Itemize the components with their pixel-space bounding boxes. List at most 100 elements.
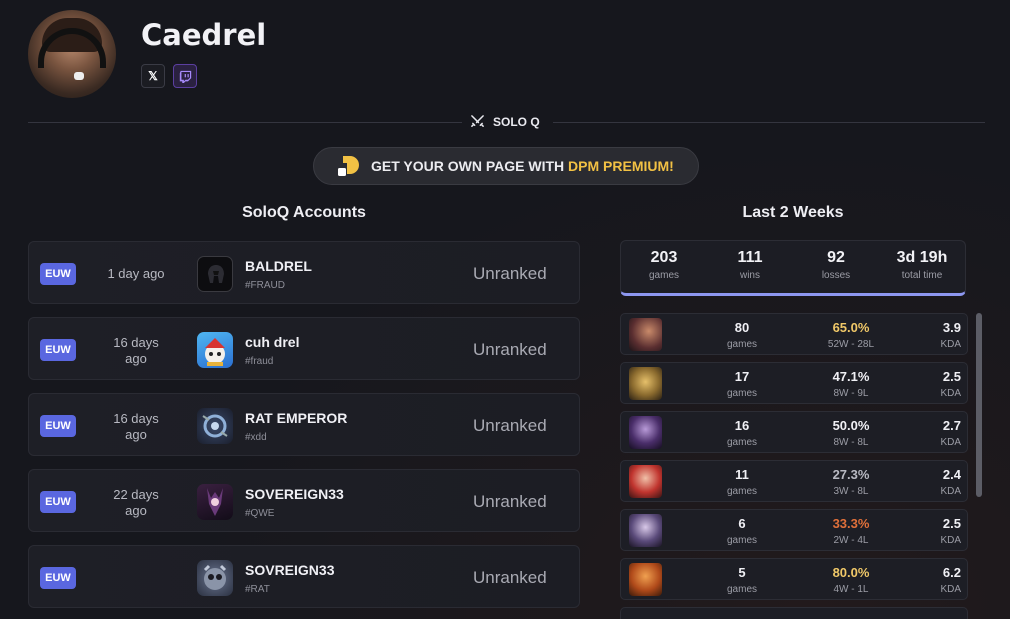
region-badge: EUW	[40, 415, 76, 437]
account-tag: #QWE	[245, 508, 275, 519]
account-row[interactable]: EUW 22 days ago SOVEREIGN33 #QWE Unranked	[28, 469, 580, 532]
twitch-link[interactable]	[173, 64, 197, 88]
account-row[interactable]: EUW 16 days ago cuh drel #fraud Unranked	[28, 317, 580, 380]
player-name: Caedrel	[141, 18, 267, 52]
premium-text: GET YOUR OWN PAGE WITH DPM PREMIUM!	[371, 158, 674, 174]
champion-row[interactable]: 5 games 80.0% 4W - 1L 6.2 KDA	[620, 558, 968, 600]
games-label: games	[726, 535, 757, 546]
account-rank: Unranked	[473, 340, 547, 359]
champion-kda: 2.7	[942, 418, 961, 433]
champion-row[interactable]: 80 games 65.0% 52W - 28L 3.9 KDA	[620, 313, 968, 355]
champion-record: 8W - 9L	[833, 388, 869, 399]
account-rank: Unranked	[473, 492, 547, 511]
kda-label: KDA	[940, 437, 961, 448]
champion-portrait	[629, 318, 662, 351]
account-name: SOVEREIGN33	[245, 486, 344, 502]
kda-label: KDA	[940, 535, 961, 546]
summoner-icon	[197, 560, 233, 596]
x-twitter-icon: 𝕏	[148, 69, 158, 83]
champion-row-partial[interactable]	[620, 607, 968, 619]
crossed-swords-icon	[471, 115, 484, 127]
champion-portrait	[629, 416, 662, 449]
last-weeks-title: Last 2 Weeks	[742, 204, 844, 221]
champion-games: 17	[734, 369, 750, 384]
region-badge: EUW	[40, 491, 76, 513]
champion-record: 52W - 28L	[827, 339, 875, 350]
champion-winrate: 65.0%	[832, 320, 870, 335]
account-tag: #RAT	[245, 584, 270, 595]
champion-winrate: 80.0%	[832, 565, 870, 580]
champion-row[interactable]: 11 games 27.3% 3W - 8L 2.4 KDA	[620, 460, 968, 502]
soloq-accounts-title: SoloQ Accounts	[242, 204, 366, 221]
region-badge: EUW	[40, 263, 76, 285]
divider-right	[553, 122, 985, 123]
premium-banner-button[interactable]: GET YOUR OWN PAGE WITH DPM PREMIUM!	[313, 147, 699, 185]
divider-left	[28, 122, 462, 123]
kda-label: KDA	[940, 584, 961, 595]
account-row[interactable]: EUW 16 days ago RAT EMPEROR #xdd Unranked	[28, 393, 580, 456]
account-name: BALDREL	[245, 258, 312, 274]
summoner-icon	[197, 256, 233, 292]
champion-row[interactable]: 6 games 33.3% 2W - 4L 2.5 KDA	[620, 509, 968, 551]
section-solo-q[interactable]: SOLO Q	[470, 114, 540, 129]
champion-kda: 6.2	[942, 565, 961, 580]
champion-stats-list[interactable]: 80 games 65.0% 52W - 28L 3.9 KDA 17 game…	[620, 311, 968, 619]
champion-kda: 2.5	[942, 369, 961, 384]
region-badge: EUW	[40, 567, 76, 589]
champion-row[interactable]: 17 games 47.1% 8W - 9L 2.5 KDA	[620, 362, 968, 404]
x-twitter-link[interactable]: 𝕏	[141, 64, 165, 88]
champion-winrate: 50.0%	[832, 418, 870, 433]
games-label: games	[726, 486, 757, 497]
champion-record: 4W - 1L	[833, 584, 869, 595]
games-label: games	[726, 584, 757, 595]
kda-label: KDA	[940, 486, 961, 497]
section-label: SOLO Q	[493, 114, 540, 129]
summary-games: 203 games	[648, 249, 679, 281]
champion-record: 8W - 8L	[833, 437, 869, 448]
champion-list-scrollbar[interactable]	[976, 313, 982, 497]
champion-kda: 2.5	[942, 516, 961, 531]
champion-portrait	[629, 563, 662, 596]
champion-portrait	[629, 465, 662, 498]
champion-games: 80	[734, 320, 750, 335]
champion-kda: 2.4	[942, 467, 961, 482]
games-label: games	[726, 339, 757, 350]
champion-winrate: 27.3%	[832, 467, 870, 482]
account-rank: Unranked	[473, 568, 547, 587]
account-tag: #fraud	[245, 356, 274, 367]
summary-losses: 92 losses	[821, 249, 851, 281]
kda-label: KDA	[940, 339, 961, 350]
account-row[interactable]: EUW 1 day ago BALDREL #FRAUD Unranked	[28, 241, 580, 304]
dpm-logo-icon	[338, 156, 359, 176]
last-played-time: 16 days ago	[113, 411, 159, 442]
games-label: games	[726, 388, 757, 399]
champion-games: 5	[738, 565, 746, 580]
account-name: cuh drel	[245, 334, 300, 350]
summoner-icon	[197, 484, 233, 520]
champion-games: 6	[738, 516, 746, 531]
account-rank: Unranked	[473, 416, 547, 435]
champion-winrate: 33.3%	[832, 516, 870, 531]
champion-record: 3W - 8L	[833, 486, 869, 497]
champion-games: 16	[734, 418, 750, 433]
account-tag: #xdd	[245, 432, 267, 443]
region-badge: EUW	[40, 339, 76, 361]
champion-winrate: 47.1%	[832, 369, 870, 384]
last-played-time: 16 days ago	[113, 335, 159, 366]
avatar	[28, 10, 116, 98]
account-name: RAT EMPEROR	[245, 410, 348, 426]
summary-total-time: 3d 19h total time	[896, 249, 948, 281]
summoner-icon	[197, 332, 233, 368]
kda-label: KDA	[940, 388, 961, 399]
champion-portrait	[629, 367, 662, 400]
champion-record: 2W - 4L	[833, 535, 869, 546]
games-label: games	[726, 437, 757, 448]
champion-row[interactable]: 16 games 50.0% 8W - 8L 2.7 KDA	[620, 411, 968, 453]
summary-wins: 111 wins	[737, 249, 763, 281]
account-row[interactable]: EUW SOVREIGN33 #RAT Unranked	[28, 545, 580, 608]
champion-portrait	[629, 514, 662, 547]
last-played-time: 1 day ago	[107, 266, 165, 281]
twitch-icon	[179, 70, 191, 83]
champion-kda: 3.9	[942, 320, 961, 335]
champion-games: 11	[735, 467, 749, 482]
